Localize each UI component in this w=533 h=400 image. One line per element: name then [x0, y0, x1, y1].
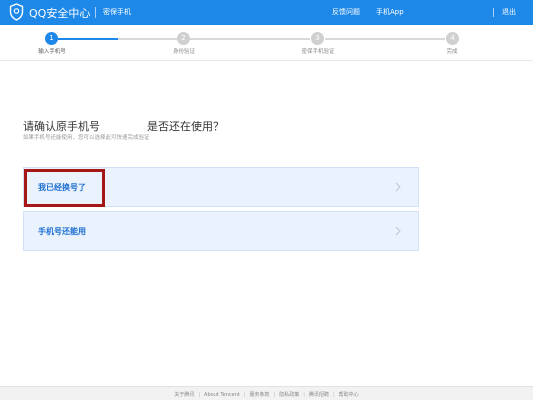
- footer-link-careers[interactable]: 腾讯招聘: [309, 392, 329, 398]
- shield-logo-icon: [9, 3, 24, 21]
- step-1-dot: 1: [45, 32, 58, 45]
- mobile-app-link[interactable]: 手机App: [376, 7, 404, 17]
- footer-links: 关于腾讯 | About Tencent | 服务条款 | 隐私政策 | 腾讯招聘 | 帮助中心: [0, 391, 533, 398]
- section-title: 密保手机: [103, 8, 131, 16]
- step-3-label: 密保手机验证: [301, 49, 335, 55]
- highlight-box: [24, 169, 105, 207]
- step-4-dot: 4: [446, 32, 459, 45]
- chevron-right-icon: [395, 182, 401, 192]
- chevron-right-icon: [395, 226, 401, 236]
- top-header-bar: QQ安全中心 密保手机 反馈问题 手机App 退出: [0, 0, 533, 25]
- step-2-label: 身份验证: [172, 49, 196, 55]
- footer: 关于腾讯 | About Tencent | 服务条款 | 隐私政策 | 腾讯招聘 | 帮助中心: [0, 386, 533, 400]
- question-heading-start: 请确认原手机号: [23, 120, 100, 133]
- footer-link-privacy[interactable]: 隐私政策: [279, 392, 299, 398]
- option-number-still-usable[interactable]: 手机号还能用: [23, 211, 419, 251]
- hint-text: 如果手机号还能使用，您可以选择此可快速完成验证: [23, 135, 150, 141]
- footer-link-about[interactable]: 关于腾讯: [174, 392, 194, 398]
- step-4-label: 完成: [446, 49, 458, 55]
- step-1-label: 输入手机号: [38, 49, 66, 55]
- footer-divider: |: [243, 392, 246, 398]
- step-3-dot: 3: [311, 32, 324, 45]
- footer-link-about-en[interactable]: About Tencent: [204, 392, 240, 398]
- step-line-2: [118, 38, 310, 40]
- feedback-link[interactable]: 反馈问题: [332, 7, 360, 17]
- option-label: 手机号还能用: [38, 227, 86, 236]
- footer-divider: |: [273, 392, 276, 398]
- footer-divider: |: [332, 392, 335, 398]
- logout-link[interactable]: 退出: [502, 7, 516, 17]
- footer-link-help[interactable]: 帮助中心: [339, 392, 359, 398]
- step-line-1: [58, 38, 118, 40]
- step-line-3: [325, 38, 445, 40]
- brand-title: QQ安全中心: [29, 7, 91, 20]
- step-2-dot: 2: [177, 32, 190, 45]
- nav-divider: [493, 8, 494, 17]
- footer-divider: |: [198, 392, 201, 398]
- footer-divider: |: [303, 392, 305, 398]
- footer-link-terms[interactable]: 服务条款: [250, 392, 270, 398]
- header-divider: [95, 7, 96, 18]
- question-heading-end: 是否还在使用？: [147, 120, 224, 133]
- progress-steps: 1 2 3 4 输入手机号 身份验证 密保手机验证 完成: [0, 25, 533, 61]
